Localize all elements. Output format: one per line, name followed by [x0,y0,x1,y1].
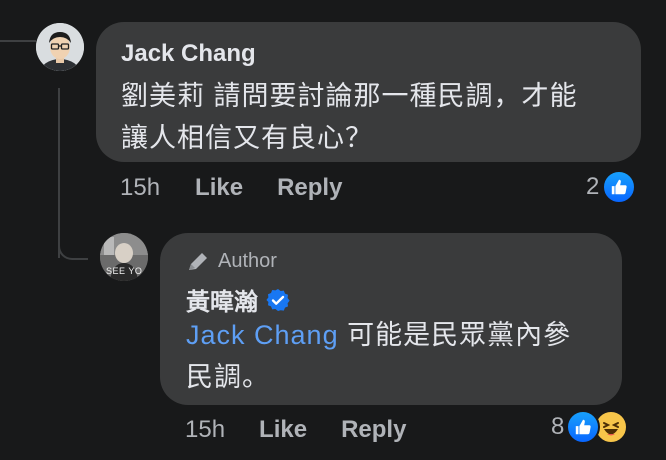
reply-reactions[interactable]: 8 [551,410,629,444]
author-badge: Author [186,250,277,273]
comment-text-line-1: 劉美莉 請問要討論那一種民調，才能 [121,81,578,111]
reply-author-name[interactable]: 黃暐瀚 [186,282,258,317]
thread-line-vertical [58,88,60,258]
reply-author-name-row: 黃暐瀚 [186,282,290,317]
mention-link[interactable]: Jack Chang [186,320,339,350]
pencil-icon [189,252,207,270]
like-icon [566,410,601,444]
like-icon [602,170,637,204]
reply-text-line-1: Jack Chang 可能是民眾黨內參 [186,314,616,356]
person-photo-icon [36,23,84,71]
reply-text-line-2: 民調。 [186,362,270,392]
reply-like-button[interactable]: Like [259,416,307,444]
reply-timestamp[interactable]: 15h [185,416,225,444]
reaction-count: 2 [586,173,600,200]
comment-author-name[interactable]: Jack Chang [121,40,256,68]
reply-text: Jack Chang 可能是民眾黨內參 民調。 [186,314,616,398]
reply-actions: 15h Like Reply [185,416,406,444]
reply-text-after-mention: 可能是民眾黨內參 [338,320,572,350]
comment-timestamp[interactable]: 15h [120,174,160,202]
like-button[interactable]: Like [195,174,243,202]
author-badge-label: Author [218,250,277,272]
commenter-avatar[interactable] [36,23,84,71]
comment-reactions[interactable]: 2 [586,170,637,204]
thread-line-branch [58,240,88,260]
comment-text-line-2: 讓人相信又有良心？ [121,123,373,153]
comment-text: 劉美莉 請問要討論那一種民調，才能 讓人相信又有良心？ [121,75,631,159]
avatar-caption: SEE YO [106,266,143,276]
reply-button[interactable]: Reply [277,174,342,202]
reply-reply-button[interactable]: Reply [341,416,406,444]
thread-line-top [0,40,36,42]
reply-reaction-count: 8 [551,413,565,440]
verified-badge-icon [266,288,290,312]
comment-actions: 15h Like Reply [120,174,342,202]
reply-author-avatar[interactable]: SEE YO [100,233,148,281]
